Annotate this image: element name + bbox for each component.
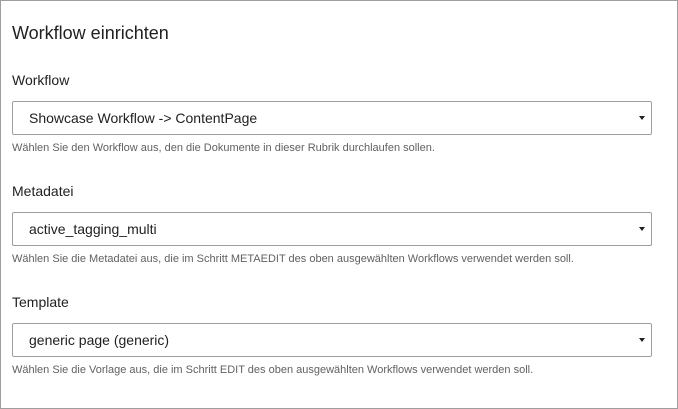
panel-title: Workflow einrichten <box>12 23 169 43</box>
workflow-settings-panel: Workflow einrichten Workflow Showcase Wo… <box>0 0 678 409</box>
workflow-select-value: Showcase Workflow -> ContentPage <box>29 110 258 126</box>
caret-down-icon <box>639 116 645 120</box>
template-help-text: Wählen Sie die Vorlage aus, die im Schri… <box>12 364 534 376</box>
template-select-value: generic page (generic) <box>29 332 170 348</box>
metadatei-help-text: Wählen Sie die Metadatei aus, die im Sch… <box>12 253 574 265</box>
metadatei-select-value: active_tagging_multi <box>29 221 157 237</box>
caret-down-icon <box>639 227 645 231</box>
metadatei-select[interactable]: active_tagging_multi <box>12 212 652 246</box>
metadatei-label: Metadatei <box>12 183 74 199</box>
template-label: Template <box>12 294 69 310</box>
workflow-label: Workflow <box>12 72 70 88</box>
workflow-help-text: Wählen Sie den Workflow aus, den die Dok… <box>12 142 435 154</box>
caret-down-icon <box>639 338 645 342</box>
workflow-field: Workflow Showcase Workflow -> ContentPag… <box>12 72 652 155</box>
workflow-select[interactable]: Showcase Workflow -> ContentPage <box>12 101 652 135</box>
template-field: Template generic page (generic) Wählen S… <box>12 294 652 377</box>
metadatei-field: Metadatei active_tagging_multi Wählen Si… <box>12 183 652 266</box>
template-select[interactable]: generic page (generic) <box>12 323 652 357</box>
